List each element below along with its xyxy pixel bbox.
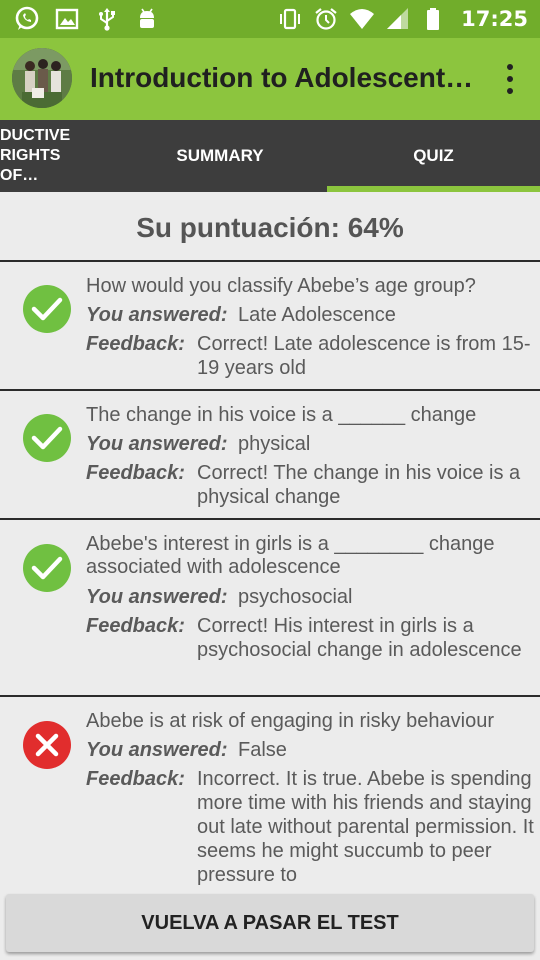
correct-check-icon bbox=[23, 544, 71, 592]
course-photo-icon bbox=[12, 48, 72, 108]
course-avatar[interactable] bbox=[12, 48, 72, 108]
status-time: 17:25 bbox=[461, 7, 528, 31]
feedback-label: Feedback: bbox=[86, 768, 185, 790]
answered-label: You answered: bbox=[86, 739, 228, 761]
question-text: Abebe is at risk of engaging in risky be… bbox=[86, 710, 495, 732]
correct-check-icon bbox=[23, 285, 71, 333]
feedback-label: Feedback: bbox=[86, 615, 185, 637]
tab-quiz[interactable]: QUIZ bbox=[327, 120, 540, 192]
answer-value: psychosocial bbox=[238, 586, 353, 608]
image-icon bbox=[55, 8, 79, 30]
app-title: Introduction to Adolescent… bbox=[90, 62, 474, 93]
feedback-text: Correct! Late adolescence is from 15-19 … bbox=[197, 333, 531, 379]
signal-icon bbox=[387, 8, 409, 29]
feedback-text: Incorrect. It is true. Abebe is spending… bbox=[197, 768, 534, 886]
tab-summary-label: SUMMARY bbox=[176, 146, 264, 165]
list-item: How would you classify Abebe’s age group… bbox=[0, 262, 540, 391]
tab-selected-indicator bbox=[327, 186, 540, 192]
tab-quiz-label: QUIZ bbox=[413, 146, 454, 165]
status-bar-left-icons bbox=[14, 6, 160, 32]
incorrect-cross-icon bbox=[23, 721, 71, 769]
answer-value: False bbox=[238, 739, 287, 761]
tab-bar: DUCTIVE RIGHTS OF… SUMMARY QUIZ bbox=[0, 120, 540, 192]
battery-icon bbox=[427, 8, 440, 30]
whatsapp-icon bbox=[15, 6, 39, 30]
feedback-text: Correct! His interest in girls is a psyc… bbox=[197, 615, 522, 661]
retake-test-button[interactable]: VUELVA A PASAR EL TEST bbox=[6, 894, 534, 952]
answered-label: You answered: bbox=[86, 433, 228, 455]
list-item: The change in his voice is a ______ chan… bbox=[0, 391, 540, 520]
wifi-icon bbox=[350, 9, 375, 29]
usb-icon bbox=[99, 8, 115, 31]
question-text: The change in his voice is a ______ chan… bbox=[86, 404, 477, 426]
list-item: Abebe's interest in girls is a ________ … bbox=[0, 520, 540, 697]
answer-value: physical bbox=[238, 433, 311, 455]
tab-reproductive-rights-label: DUCTIVE RIGHTS OF… bbox=[0, 127, 71, 184]
overflow-menu-icon[interactable] bbox=[500, 64, 520, 94]
question-text: Abebe's interest in girls is a ________ … bbox=[86, 533, 495, 578]
alarm-icon bbox=[315, 8, 337, 30]
feedback-label: Feedback: bbox=[86, 462, 185, 484]
answered-label: You answered: bbox=[86, 586, 228, 608]
answer-value: Late Adolescence bbox=[238, 304, 396, 326]
answered-label: You answered: bbox=[86, 304, 228, 326]
quiz-results-list[interactable]: How would you classify Abebe’s age group… bbox=[0, 262, 540, 917]
app-bar: Introduction to Adolescent… bbox=[0, 38, 540, 120]
question-text: How would you classify Abebe’s age group… bbox=[86, 275, 476, 297]
status-bar-right-icons: 17:25 bbox=[277, 6, 528, 32]
vibrate-icon bbox=[280, 8, 301, 30]
tab-reproductive-rights[interactable]: DUCTIVE RIGHTS OF… bbox=[0, 120, 120, 192]
android-icon bbox=[140, 8, 154, 28]
list-item: Abebe is at risk of engaging in risky be… bbox=[0, 697, 540, 917]
feedback-text: Correct! The change in his voice is a ph… bbox=[197, 462, 521, 508]
correct-check-icon bbox=[23, 414, 71, 462]
status-bar: 17:25 bbox=[0, 0, 540, 38]
tab-summary[interactable]: SUMMARY bbox=[113, 120, 327, 192]
feedback-label: Feedback: bbox=[86, 333, 185, 355]
quiz-score: Su puntuación: 64% bbox=[0, 196, 540, 262]
